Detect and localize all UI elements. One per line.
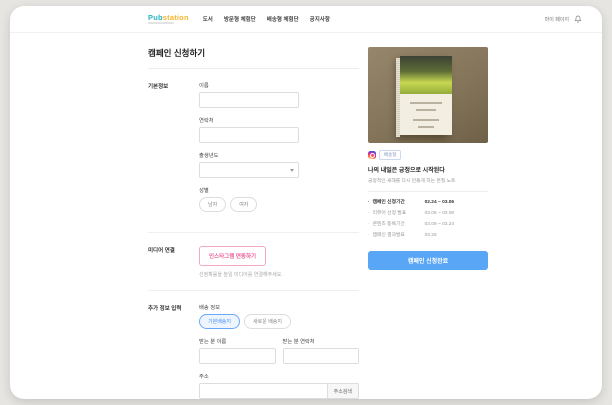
divider <box>148 232 359 233</box>
instagram-connect-button[interactable]: 인스타그램 연동하기 <box>199 246 266 266</box>
birth-year-select[interactable] <box>199 162 299 178</box>
application-form: 캠페인 신청하기 기본정보 이름 연락처 출생년도 <box>148 47 359 399</box>
birth-year-label: 출생년도 <box>199 151 359 159</box>
schedule-row-result: · 캠페인 결과발표 03.26 <box>368 231 488 238</box>
schedule-row-apply: · 캠페인 신청기간 02.24 ~ 03.06 <box>368 198 488 205</box>
gender-option-male[interactable]: 남자 <box>199 197 226 212</box>
media-helper-text: 선정확률을 높일 미디어를 연결해주세요. <box>199 271 359 278</box>
receiver-name-input[interactable] <box>199 348 276 364</box>
section-label: 미디어 연결 <box>148 245 199 278</box>
gender-option-female[interactable]: 여자 <box>230 197 257 212</box>
section-extra-info: 추가 정보 입력 배송 정보 기본배송지 새로운 배송지 받는 분 이름 <box>148 303 359 399</box>
section-label: 기본정보 <box>148 81 199 220</box>
campaign-book-title: 나의 내일은 긍정으로 시작된다 <box>368 165 488 174</box>
campaign-apply-button[interactable]: 캠페인 신청완료 <box>368 251 488 270</box>
receiver-contact-label: 받는 분 연락처 <box>283 337 360 345</box>
divider <box>368 191 488 192</box>
nav-item-books[interactable]: 도서 <box>203 15 213 23</box>
contact-input[interactable] <box>199 127 299 143</box>
logo-tagline <box>148 22 174 24</box>
gender-label: 성별 <box>199 186 359 194</box>
book-cover-photo <box>400 56 452 94</box>
name-label: 이름 <box>199 81 359 89</box>
page-title: 캠페인 신청하기 <box>148 47 359 69</box>
browser-card: Pubstation 도서 방문형 체험단 배송형 체험단 공지사항 마이 페이… <box>10 6 602 399</box>
book-mockup <box>400 56 452 135</box>
birth-year-value[interactable] <box>199 162 299 178</box>
section-label: 추가 정보 입력 <box>148 303 199 399</box>
instagram-icon <box>368 151 376 159</box>
shipping-label: 배송 정보 <box>199 303 359 311</box>
main-nav: 도서 방문형 체험단 배송형 체험단 공지사항 <box>203 15 330 23</box>
channel-badge-row: 배송형 <box>368 150 488 160</box>
channel-type-badge: 배송형 <box>379 150 401 160</box>
address-label: 주소 <box>199 372 359 380</box>
shipping-option-new[interactable]: 새로운 배송지 <box>244 314 291 329</box>
receiver-contact-input[interactable] <box>283 348 360 364</box>
notification-bell-icon[interactable] <box>574 15 582 23</box>
campaign-book-subtitle: 긍정적인 새해를 다시 만들게 하는 본질 노트 <box>368 177 488 184</box>
contact-label: 연락처 <box>199 116 359 124</box>
receiver-name-label: 받는 분 이름 <box>199 337 276 345</box>
logo[interactable]: Pubstation <box>148 14 189 25</box>
header-right: 마이 페이지 <box>545 15 582 23</box>
schedule-row-announce: · 리뷰어 선정 발표 03.06 ~ 03.08 <box>368 209 488 216</box>
book-cover-image[interactable] <box>368 47 488 143</box>
divider <box>148 290 359 291</box>
shipping-option-default[interactable]: 기본배송지 <box>199 314 240 329</box>
top-navbar: Pubstation 도서 방문형 체험단 배송형 체험단 공지사항 마이 페이… <box>10 6 602 33</box>
logo-text: Pubstation <box>148 14 189 22</box>
nav-item-notice[interactable]: 공지사항 <box>310 15 330 23</box>
section-basic-info: 기본정보 이름 연락처 출생년도 <box>148 81 359 220</box>
name-input[interactable] <box>199 92 299 108</box>
page-content: 캠페인 신청하기 기본정보 이름 연락처 출생년도 <box>148 47 488 399</box>
schedule-row-content: · 콘텐츠 등록기간 03.09 ~ 03.24 <box>368 220 488 227</box>
nav-item-delivery-campaign[interactable]: 배송형 체험단 <box>267 15 299 23</box>
campaign-summary-panel: 배송형 나의 내일은 긍정으로 시작된다 긍정적인 새해를 다시 만들게 하는 … <box>368 47 488 399</box>
nav-item-visit-campaign[interactable]: 방문형 체험단 <box>224 15 256 23</box>
address-search-button[interactable]: 주소검색 <box>327 383 359 399</box>
section-media-connect: 미디어 연결 인스타그램 연동하기 선정확률을 높일 미디어를 연결해주세요. <box>148 245 359 278</box>
my-page-link[interactable]: 마이 페이지 <box>545 16 569 23</box>
